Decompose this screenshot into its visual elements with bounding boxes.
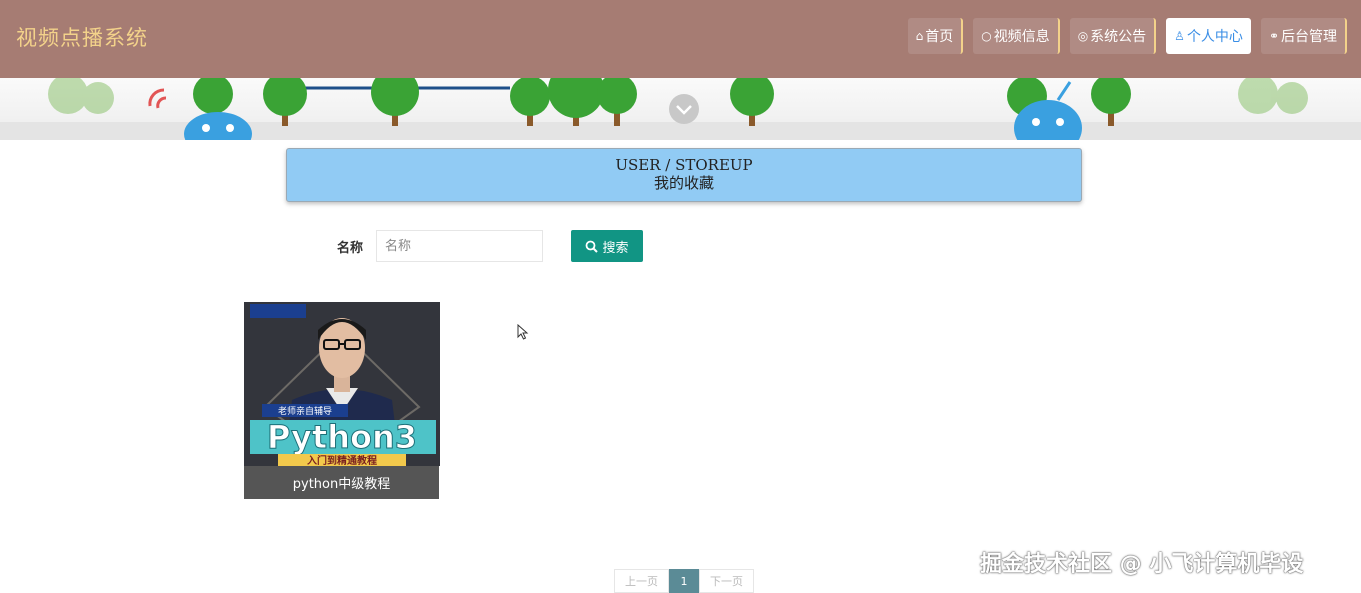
site-brand[interactable]: 视频点播系统 (16, 22, 148, 52)
link-icon: ⚭ (1268, 29, 1279, 43)
main-nav: ⌂ 首页 ○ 视频信息 ◎ 系统公告 ♙ 个人中心 ⚭ 后台管理 (907, 18, 1347, 54)
top-header: 视频点播系统 ⌂ 首页 ○ 视频信息 ◎ 系统公告 ♙ 个人中心 ⚭ 后台管理 (0, 0, 1361, 78)
thumbnail-subtitle-text: 入门到精通教程 (307, 454, 377, 466)
search-button-label: 搜索 (602, 240, 629, 256)
nav-announcements[interactable]: ◎ 系统公告 (1069, 18, 1157, 54)
nav-admin-label: 后台管理 (1281, 29, 1337, 45)
page-title-zh: 我的收藏 (653, 174, 714, 192)
video-title[interactable]: python中级教程 (244, 466, 439, 499)
home-icon: ⌂ (915, 29, 924, 43)
page-number-current[interactable]: 1 (669, 569, 699, 593)
nav-admin[interactable]: ⚭ 后台管理 (1260, 18, 1347, 54)
prev-page-button[interactable]: 上一页 (614, 569, 669, 593)
search-button[interactable]: 搜索 (571, 230, 643, 262)
page-title-box: USER / STOREUP 我的收藏 (286, 148, 1082, 202)
decorative-banner (0, 78, 1361, 140)
thumbnail-illustration: 老师亲自辅导 Python3 入门到精通教程 (244, 302, 440, 466)
nav-home[interactable]: ⌂ 首页 (907, 18, 964, 54)
video-icon: ○ (981, 29, 992, 43)
pagination: 上一页 1 下一页 (614, 569, 754, 593)
search-label: 名称 (337, 241, 364, 256)
search-icon (586, 240, 599, 253)
nav-personal-center[interactable]: ♙ 个人中心 (1166, 18, 1251, 54)
banner-illustration (0, 78, 1361, 140)
thumbnail-badge-text: 老师亲自辅导 (278, 405, 332, 417)
favorite-card[interactable]: 老师亲自辅导 Python3 入门到精通教程 python中级教程 (244, 302, 440, 499)
page-title-en: USER / STOREUP (615, 156, 753, 174)
nav-home-label: 首页 (925, 29, 954, 45)
nav-video-info-label: 视频信息 (993, 29, 1050, 45)
user-icon: ♙ (1174, 29, 1185, 43)
thumbnail-title-text: Python3 (267, 418, 417, 456)
search-input[interactable] (376, 230, 543, 262)
mouse-cursor-icon (517, 324, 529, 340)
video-thumbnail[interactable]: 老师亲自辅导 Python3 入门到精通教程 (244, 302, 440, 466)
nav-video-info[interactable]: ○ 视频信息 (973, 18, 1060, 54)
watermark-text: 掘金技术社区 @ 小飞计算机毕设 (980, 552, 1304, 577)
announcement-icon: ◎ (1077, 29, 1089, 43)
nav-personal-center-label: 个人中心 (1186, 29, 1243, 45)
next-page-button[interactable]: 下一页 (699, 569, 754, 593)
nav-announcements-label: 系统公告 (1090, 29, 1147, 45)
